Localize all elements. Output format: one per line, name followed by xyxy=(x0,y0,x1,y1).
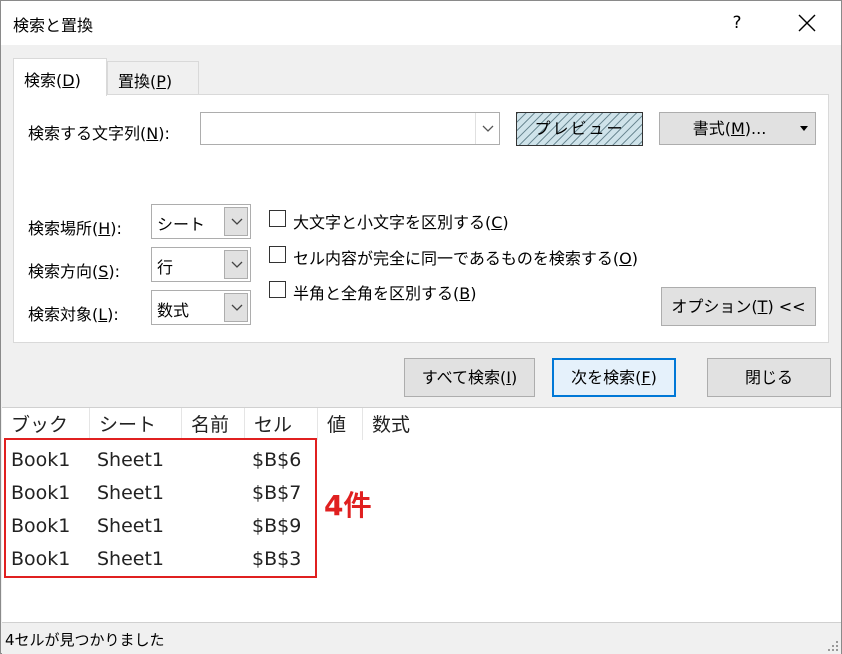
match-case-label: 大文字と小文字を区別する(C) xyxy=(293,209,509,233)
search-direction-dropdown-button[interactable] xyxy=(224,250,248,279)
tab-replace[interactable]: 置換(P) xyxy=(107,61,199,95)
column-header-name[interactable]: 名前 xyxy=(182,408,245,440)
find-next-accesskey: F xyxy=(641,368,651,387)
within-dropdown-button[interactable] xyxy=(224,207,248,236)
find-replace-dialog: 検索と置換 ? 検索(D) 置換(P) 検索する文字列(N): プレビュー 書式… xyxy=(0,0,842,654)
column-header-value[interactable]: 値 xyxy=(318,408,363,440)
match-byte-checkbox[interactable] xyxy=(269,281,286,298)
tab-find-label: 検索( xyxy=(24,71,63,90)
match-entire-label-text: セル内容が完全に同一であるものを検索する( xyxy=(293,249,620,268)
within-accesskey: H xyxy=(98,219,111,238)
highlight-box xyxy=(4,438,317,578)
match-byte-label-end: ) xyxy=(470,284,477,303)
find-next-button[interactable]: 次を検索(F) xyxy=(552,358,676,397)
options-button-label-end: ) << xyxy=(767,297,806,316)
tab-replace-label: 置換( xyxy=(118,72,157,91)
look-in-value: 数式 xyxy=(157,301,190,320)
results-list[interactable]: ブック シート 名前 セル 値 数式 Book1 Sheet1 $B$6 Boo… xyxy=(2,407,841,623)
chevron-down-icon xyxy=(482,125,494,132)
format-button-label: 書式( xyxy=(692,119,731,138)
find-all-label: すべて検索( xyxy=(421,368,507,387)
match-entire-checkbox[interactable] xyxy=(269,246,286,263)
options-button[interactable]: オプション(T) << xyxy=(661,287,816,326)
match-case-checkbox[interactable] xyxy=(269,210,286,227)
within-label-end: ): xyxy=(110,219,122,238)
match-byte-label-text: 半角と全角を区別する( xyxy=(293,284,460,303)
find-next-label: 次を検索( xyxy=(571,368,642,387)
tab-find-label-end: ) xyxy=(74,71,81,90)
find-what-accesskey: N xyxy=(146,124,159,143)
look-in-label-text: 検索対象( xyxy=(28,305,99,324)
look-in-dropdown-button[interactable] xyxy=(224,293,248,322)
chevron-down-icon xyxy=(231,304,243,311)
match-case-label-text: 大文字と小文字を区別する( xyxy=(293,213,492,232)
status-bar: 4セルが見つかりました xyxy=(2,624,841,654)
find-what-label-end: ): xyxy=(158,124,170,143)
tab-replace-label-end: ) xyxy=(165,72,173,91)
options-button-accesskey: T xyxy=(757,297,768,316)
search-direction-label: 検索方向(S): xyxy=(28,258,120,282)
chevron-down-icon xyxy=(231,218,243,225)
status-text: 4セルが見つかりました xyxy=(5,631,165,649)
column-header-cell[interactable]: セル xyxy=(245,408,318,440)
find-what-label: 検索する文字列(N): xyxy=(28,120,170,144)
find-what-label-text: 検索する文字列( xyxy=(28,124,147,143)
match-entire-accesskey: O xyxy=(619,249,632,268)
tab-replace-accesskey: P xyxy=(156,72,166,91)
look-in-accesskey: L xyxy=(98,305,108,324)
search-direction-label-text: 検索方向( xyxy=(28,262,99,281)
result-count-annotation: 4件 xyxy=(324,489,372,522)
search-direction-label-end: ): xyxy=(108,262,121,281)
chevron-down-icon xyxy=(231,261,243,268)
tab-find-accesskey: D xyxy=(62,71,75,90)
close-button[interactable]: 閉じる xyxy=(707,358,831,397)
dialog-title: 検索と置換 xyxy=(13,16,94,35)
look-in-label: 検索対象(L): xyxy=(28,301,119,325)
find-all-label-end: ) xyxy=(510,368,518,387)
within-value: シート xyxy=(157,215,206,234)
column-header-sheet[interactable]: シート xyxy=(90,408,182,440)
format-button[interactable]: 書式(M)... xyxy=(659,112,816,145)
match-entire-label: セル内容が完全に同一であるものを検索する(O) xyxy=(293,245,638,269)
close-window-button[interactable] xyxy=(785,5,829,41)
title-bar: 検索と置換 ? xyxy=(1,1,841,45)
find-what-dropdown-button[interactable] xyxy=(475,113,499,144)
format-button-label-end: )... xyxy=(744,119,767,138)
search-direction-value: 行 xyxy=(157,258,174,277)
resize-grip-icon[interactable] xyxy=(827,640,839,652)
within-select[interactable]: シート xyxy=(151,204,251,239)
within-label-text: 検索場所( xyxy=(28,219,99,238)
find-all-button[interactable]: すべて検索(I) xyxy=(404,358,535,397)
find-what-input[interactable] xyxy=(200,112,500,145)
help-button[interactable]: ? xyxy=(717,5,757,41)
within-label: 検索場所(H): xyxy=(28,215,122,239)
match-case-label-end: ) xyxy=(502,213,509,232)
match-byte-label: 半角と全角を区別する(B) xyxy=(293,280,476,304)
tab-find[interactable]: 検索(D) xyxy=(13,58,107,96)
match-entire-label-end: ) xyxy=(631,249,638,268)
column-header-book[interactable]: ブック xyxy=(2,408,90,440)
match-case-accesskey: C xyxy=(491,213,503,232)
search-direction-select[interactable]: 行 xyxy=(151,247,251,282)
dropdown-caret-icon xyxy=(800,126,808,131)
column-header-formula[interactable]: 数式 xyxy=(363,408,463,440)
format-preview: プレビュー xyxy=(516,112,643,146)
search-direction-accesskey: S xyxy=(98,262,109,281)
match-byte-accesskey: B xyxy=(459,284,471,303)
options-button-label: オプション( xyxy=(671,297,758,316)
look-in-label-end: ): xyxy=(107,305,119,324)
format-button-accesskey: M xyxy=(730,119,745,138)
close-icon xyxy=(798,14,816,32)
look-in-select[interactable]: 数式 xyxy=(151,290,251,325)
find-next-label-end: ) xyxy=(650,368,657,387)
